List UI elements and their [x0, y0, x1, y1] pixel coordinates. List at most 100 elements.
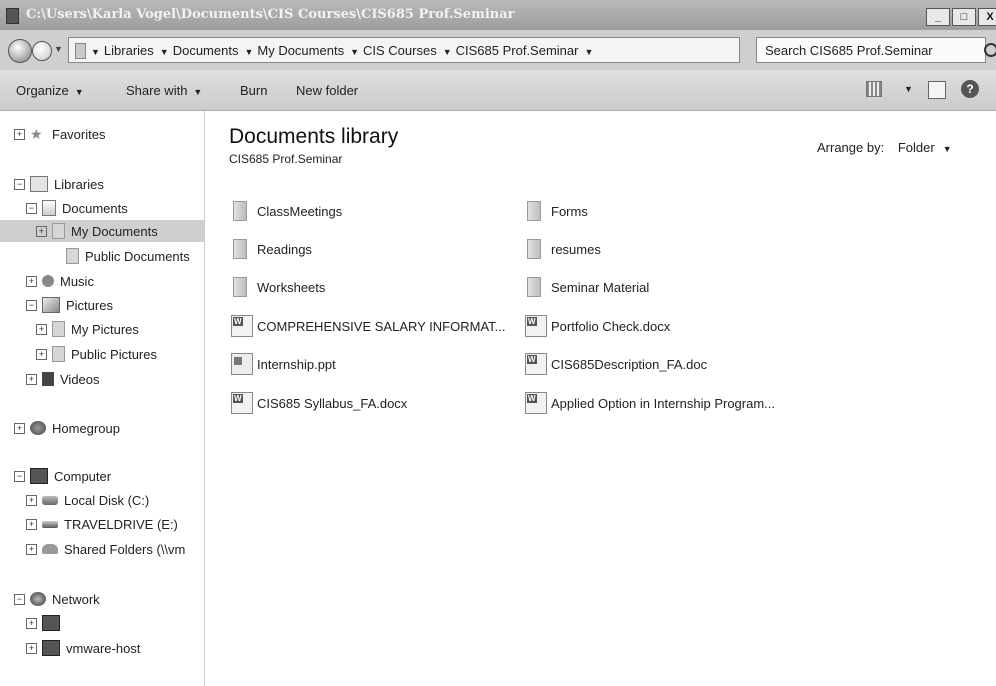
close-button[interactable]: X	[978, 8, 996, 26]
powerpoint-icon	[231, 353, 253, 375]
file-item-forms[interactable]: Forms	[527, 199, 588, 223]
folder-icon	[52, 321, 65, 337]
help-icon[interactable]: ?	[961, 80, 979, 98]
expand-icon[interactable]: +	[26, 494, 37, 506]
breadcrumb-cis685[interactable]: ▼ CIS685 Prof.Seminar ▼	[443, 43, 598, 58]
nav-music[interactable]: + Music	[26, 270, 94, 292]
collapse-icon[interactable]: −	[26, 299, 37, 311]
preview-pane-icon[interactable]	[928, 81, 946, 99]
file-item-seminar-material[interactable]: Seminar Material	[527, 275, 649, 299]
maximize-button[interactable]: □	[952, 8, 976, 26]
collapse-icon[interactable]: −	[26, 202, 37, 214]
folder-icon	[52, 223, 65, 239]
address-row: ▼ ▼ Libraries ▼ Documents ▼ My Documents ▼ C…	[0, 30, 996, 70]
file-item-internship-ppt[interactable]: Internship.ppt	[231, 352, 336, 376]
explorer-window: C:\Users\Karla Vogel\Documents\CIS Cours…	[0, 0, 996, 686]
collapse-icon[interactable]: −	[14, 593, 25, 605]
nav-computer[interactable]: − Computer	[14, 465, 111, 487]
search-icon[interactable]	[984, 43, 996, 57]
window-controls: _ □ X	[926, 8, 996, 26]
burn-button[interactable]: Burn	[240, 83, 267, 98]
nav-network[interactable]: − Network	[14, 588, 100, 610]
navigation-pane: + ★ Favorites − Libraries − Documents + …	[0, 111, 205, 686]
file-item-cis685-syllabus[interactable]: CIS685 Syllabus_FA.docx	[231, 391, 407, 415]
word-doc-icon	[525, 315, 547, 337]
folder-icon	[75, 43, 86, 59]
word-doc-icon	[525, 353, 547, 375]
nav-public-documents[interactable]: Public Documents	[50, 245, 190, 267]
view-options-dropdown[interactable]: ▼	[904, 84, 913, 94]
network-icon	[30, 592, 46, 606]
file-list-pane: Documents library CIS685 Prof.Seminar Ar…	[205, 111, 996, 686]
shared-folder-icon	[42, 544, 58, 554]
folder-icon	[527, 239, 541, 259]
breadcrumb-libraries[interactable]: ▼ Libraries	[91, 43, 154, 58]
file-item-classmeetings[interactable]: ClassMeetings	[233, 199, 342, 223]
expand-icon[interactable]: +	[36, 348, 47, 360]
file-item-cis685-description[interactable]: CIS685Description_FA.doc	[525, 352, 707, 376]
folder-icon	[527, 201, 541, 221]
search-input[interactable]: Search CIS685 Prof.Seminar	[756, 37, 986, 63]
word-doc-icon	[231, 392, 253, 414]
computer-icon	[42, 615, 60, 631]
nav-traveldrive[interactable]: + TRAVELDRIVE (E:)	[26, 513, 178, 535]
expand-icon[interactable]: +	[26, 518, 37, 530]
minimize-button[interactable]: _	[926, 8, 950, 26]
file-item-portfolio-check[interactable]: Portfolio Check.docx	[525, 314, 670, 338]
collapse-icon[interactable]: −	[14, 470, 25, 482]
arrange-by-dropdown[interactable]: Folder ▼	[898, 140, 952, 155]
expand-icon[interactable]: +	[26, 642, 37, 654]
forward-button[interactable]	[32, 41, 52, 61]
nav-homegroup[interactable]: + Homegroup	[14, 417, 120, 439]
expand-icon[interactable]: +	[14, 422, 25, 434]
nav-vmware-host[interactable]: + vmware-host	[26, 637, 140, 659]
word-doc-icon	[525, 392, 547, 414]
expand-icon[interactable]: +	[26, 373, 37, 385]
folder-app-icon	[6, 8, 19, 24]
change-view-icon[interactable]	[866, 81, 882, 97]
word-doc-icon	[231, 315, 253, 337]
folder-icon	[52, 346, 65, 362]
breadcrumb-cis-courses[interactable]: ▼ CIS Courses	[350, 43, 437, 58]
expand-icon[interactable]: +	[36, 323, 47, 335]
file-item-applied-option[interactable]: Applied Option in Internship Program...	[525, 391, 775, 415]
expand-icon[interactable]: +	[36, 225, 47, 237]
nav-local-disk[interactable]: + Local Disk (C:)	[26, 489, 149, 511]
new-folder-button[interactable]: New folder	[296, 83, 358, 98]
share-with-button[interactable]: Share with ▼	[126, 83, 202, 98]
computer-icon	[42, 640, 60, 656]
nav-my-documents[interactable]: + My Documents	[0, 220, 204, 242]
breadcrumb-my-documents[interactable]: ▼ My Documents	[244, 43, 344, 58]
nav-network-unnamed[interactable]: +	[26, 612, 66, 634]
file-item-resumes[interactable]: resumes	[527, 237, 601, 261]
nav-pictures[interactable]: − Pictures	[26, 294, 113, 316]
nav-documents[interactable]: − Documents	[26, 197, 128, 219]
file-item-worksheets[interactable]: Worksheets	[233, 275, 325, 299]
nav-public-pictures[interactable]: + Public Pictures	[36, 343, 157, 365]
file-item-salary-info[interactable]: COMPREHENSIVE SALARY INFORMAT...	[231, 314, 506, 338]
nav-favorites[interactable]: + ★ Favorites	[14, 123, 105, 145]
nav-my-pictures[interactable]: + My Pictures	[36, 318, 139, 340]
nav-videos[interactable]: + Videos	[26, 368, 100, 390]
folder-icon	[527, 277, 541, 297]
star-icon: ★	[30, 126, 43, 142]
expand-icon[interactable]: +	[26, 617, 37, 629]
breadcrumb: ▼ Libraries ▼ Documents ▼ My Documents ▼ CIS…	[91, 43, 603, 58]
file-item-readings[interactable]: Readings	[233, 237, 312, 261]
computer-icon	[30, 468, 48, 484]
address-bar[interactable]: ▼ Libraries ▼ Documents ▼ My Documents ▼ CIS…	[68, 37, 810, 63]
music-icon	[42, 275, 54, 287]
nav-shared-folders[interactable]: + Shared Folders (\\vm	[26, 538, 185, 560]
recent-pages-dropdown[interactable]: ▼	[54, 44, 63, 54]
organize-button[interactable]: Organize ▼	[16, 83, 84, 98]
library-title: Documents library	[229, 125, 399, 148]
window-title: C:\Users\Karla Vogel\Documents\CIS Cours…	[26, 7, 515, 22]
back-button[interactable]	[8, 39, 32, 63]
collapse-icon[interactable]: −	[14, 178, 25, 190]
nav-libraries[interactable]: − Libraries	[14, 173, 104, 195]
expand-icon[interactable]: +	[26, 275, 37, 287]
documents-icon	[42, 200, 56, 216]
expand-icon[interactable]: +	[26, 543, 37, 555]
expand-icon[interactable]: +	[14, 128, 25, 140]
breadcrumb-documents[interactable]: ▼ Documents	[160, 43, 239, 58]
